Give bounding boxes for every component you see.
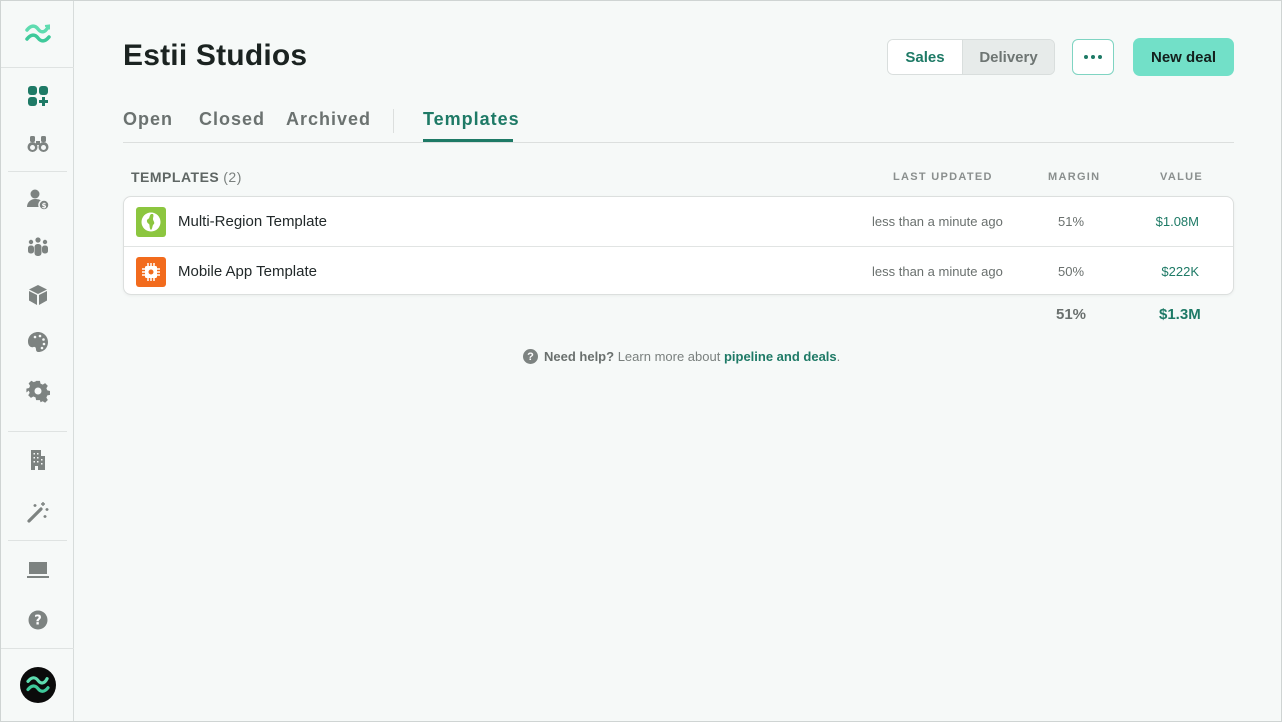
binoculars-icon xyxy=(27,136,48,152)
sidebar-divider xyxy=(8,171,67,172)
template-name[interactable]: Multi-Region Template xyxy=(178,213,327,230)
table-row[interactable]: Multi-Region Template less than a minute… xyxy=(124,197,1233,246)
last-updated: less than a minute ago xyxy=(872,264,1003,279)
margin-value: 51% xyxy=(1058,214,1085,229)
margin-value: 50% xyxy=(1058,264,1085,279)
sidebar-item-team[interactable] xyxy=(1,229,74,265)
app-logo[interactable] xyxy=(1,1,74,68)
wave-logo-icon xyxy=(24,24,51,43)
total-value: $1.3M xyxy=(1159,306,1201,323)
sidebar-item-discover[interactable] xyxy=(1,126,74,162)
sidebar-item-products[interactable] xyxy=(1,277,74,313)
row-icon xyxy=(136,257,166,287)
globe-icon xyxy=(141,212,161,232)
deal-tabs: Open Closed Archived Templates xyxy=(123,101,1234,143)
help-line: Need help? Learn more about pipeline and… xyxy=(544,349,840,364)
pipeline-toggle: Sales Delivery xyxy=(887,39,1055,75)
people-group-icon xyxy=(27,237,48,256)
sidebar-item-magic[interactable] xyxy=(1,494,74,530)
svg-text:$: $ xyxy=(41,202,46,210)
active-tab-indicator xyxy=(423,139,513,142)
tab-templates[interactable]: Templates xyxy=(423,109,520,130)
question-icon: ? xyxy=(523,349,538,364)
sidebar-item-clients[interactable]: $ xyxy=(1,181,74,217)
avatar[interactable] xyxy=(19,667,56,703)
sidebar-divider xyxy=(8,431,67,432)
laptop-icon xyxy=(26,562,49,578)
segment-delivery[interactable]: Delivery xyxy=(962,40,1054,74)
sidebar-item-dashboard[interactable] xyxy=(1,78,74,114)
new-deal-button[interactable]: New deal xyxy=(1133,38,1234,76)
apps-plus-icon xyxy=(27,86,48,106)
magic-wand-icon xyxy=(26,502,48,523)
help-text: ? Need help? Learn more about pipeline a… xyxy=(523,349,840,364)
building-icon xyxy=(30,450,45,470)
dot-icon xyxy=(1084,55,1088,59)
help-suffix: . xyxy=(836,349,841,364)
sidebar-divider xyxy=(8,540,67,541)
dot-icon xyxy=(1098,55,1102,59)
svg-text:?: ? xyxy=(34,614,42,629)
cube-icon xyxy=(28,285,47,305)
tab-closed[interactable]: Closed xyxy=(199,109,265,130)
deal-value: $222K xyxy=(1161,264,1199,279)
segment-sales[interactable]: Sales xyxy=(888,40,962,74)
sidebar-item-settings[interactable] xyxy=(1,373,74,409)
tab-open[interactable]: Open xyxy=(123,109,173,130)
table-title: TEMPLATES (2) xyxy=(131,169,242,185)
sidebar-item-display[interactable] xyxy=(1,552,74,588)
page-title: Estii Studios xyxy=(123,39,308,72)
tab-divider xyxy=(393,109,394,133)
help-lead: Need help? xyxy=(544,349,615,364)
row-icon xyxy=(136,207,166,237)
total-margin: 51% xyxy=(1056,306,1087,323)
table-title-label: TEMPLATES xyxy=(131,169,220,185)
sidebar-item-help[interactable]: ? xyxy=(1,602,74,638)
dot-icon xyxy=(1091,55,1095,59)
column-header-value[interactable]: VALUE xyxy=(1160,171,1203,183)
table-row[interactable]: Mobile App Template less than a minute a… xyxy=(124,246,1233,295)
column-header-last-updated[interactable]: LAST UPDATED xyxy=(893,171,993,183)
template-name[interactable]: Mobile App Template xyxy=(178,263,317,280)
pipeline-deals-link[interactable]: pipeline and deals xyxy=(724,349,837,364)
sidebar-item-company[interactable] xyxy=(1,442,74,478)
palette-icon xyxy=(27,332,48,352)
tab-archived[interactable]: Archived xyxy=(286,109,371,130)
last-updated: less than a minute ago xyxy=(872,214,1003,229)
chip-icon xyxy=(142,263,160,281)
wave-logo-icon xyxy=(25,676,50,693)
question-icon: ? xyxy=(28,610,47,630)
user-dollar-icon: $ xyxy=(26,189,50,211)
deal-value: $1.08M xyxy=(1155,214,1199,229)
more-options-button[interactable] xyxy=(1072,39,1114,75)
user-menu[interactable] xyxy=(1,648,74,721)
help-body: Learn more about xyxy=(617,349,721,364)
sidebar-item-branding[interactable] xyxy=(1,324,74,360)
column-header-margin[interactable]: MARGIN xyxy=(1048,171,1100,183)
table-count: (2) xyxy=(223,169,242,185)
templates-table: Multi-Region Template less than a minute… xyxy=(123,196,1234,295)
sidebar: $ ? xyxy=(1,1,74,721)
gear-icon xyxy=(25,380,50,403)
